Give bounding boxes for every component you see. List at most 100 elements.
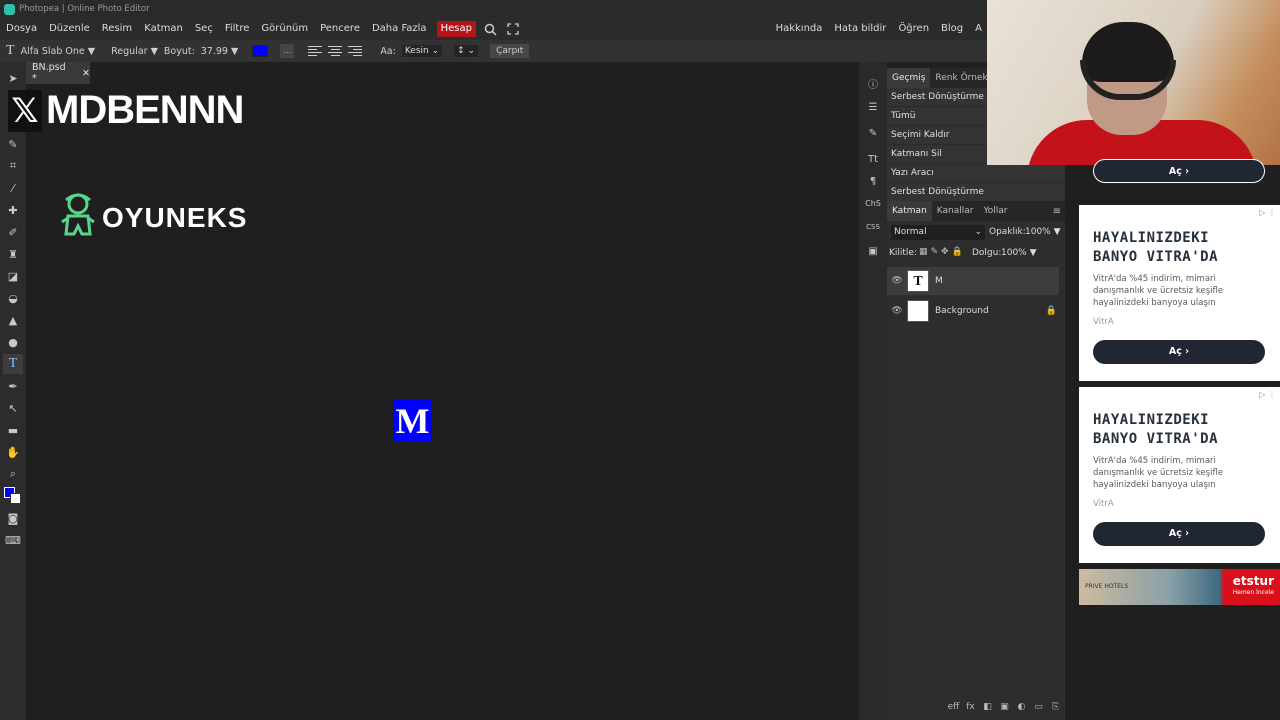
layers-footer: eff fx ◧ ▣ ◐ ▭ ⎘ 🗑	[947, 702, 1079, 714]
adjustments-icon[interactable]: ☰	[863, 98, 883, 116]
banner-cta[interactable]: Hemen İncele	[1233, 589, 1274, 596]
keyboard-icon[interactable]: ⌨	[3, 530, 23, 550]
menu-api[interactable]: A	[969, 18, 988, 40]
font-style-select[interactable]: Regular ▼	[111, 46, 158, 57]
lock-icon: 🔒	[1045, 306, 1057, 316]
new-layer-icon[interactable]: ⎘	[1049, 702, 1062, 714]
ad-open-button[interactable]: Aç ›	[1093, 159, 1265, 183]
close-icon[interactable]: ✕	[82, 68, 90, 79]
document-tab[interactable]: BN.psd * ✕	[26, 62, 90, 84]
eyedropper-tool-icon[interactable]: ⁄	[3, 178, 23, 198]
css-icon[interactable]: CSS	[863, 218, 883, 236]
menu-blog[interactable]: Blog	[935, 18, 969, 40]
streamer-overlay: 𝕏 MDBENNN	[8, 88, 244, 133]
zoom-tool-icon[interactable]: ⌕	[3, 464, 23, 484]
menu-select[interactable]: Seç	[189, 18, 219, 40]
info-icon[interactable]: ⓘ	[863, 74, 883, 92]
search-icon[interactable]	[480, 18, 502, 40]
opacity-field[interactable]: 100% ▼	[1025, 227, 1061, 237]
ad-open-button[interactable]: Aç ›	[1093, 522, 1265, 546]
menu-view[interactable]: Görünüm	[255, 18, 314, 40]
menu-more[interactable]: Daha Fazla	[366, 18, 433, 40]
menu-report-bug[interactable]: Hata bildir	[828, 18, 892, 40]
canvas-document-text-m[interactable]: M	[393, 400, 432, 442]
panel-menu-icon[interactable]: ≡	[1053, 206, 1061, 217]
eye-icon[interactable]: 👁	[887, 276, 907, 286]
path-select-tool-icon[interactable]: ↖	[3, 398, 23, 418]
font-family-select[interactable]: Alfa Slab One ▼	[21, 46, 96, 57]
fill-field[interactable]: 100% ▼	[1001, 248, 1037, 258]
paragraph-icon[interactable]: ¶	[863, 172, 883, 190]
healing-tool-icon[interactable]: ✚	[3, 200, 23, 220]
tab-channels[interactable]: Kanallar	[932, 201, 979, 221]
blur-tool-icon[interactable]: ▲	[3, 310, 23, 330]
ad-card-top: Aç ›	[1079, 159, 1280, 189]
pen-tool-icon[interactable]: ✒	[3, 376, 23, 396]
character-styles-icon[interactable]: ChS	[863, 194, 883, 212]
ad-brand: VitrA	[1093, 317, 1114, 327]
align-center-icon[interactable]	[328, 45, 343, 57]
ad-open-button[interactable]: Aç ›	[1093, 340, 1265, 364]
fx-icon[interactable]: fx	[964, 702, 977, 714]
character-icon[interactable]: Tt	[863, 150, 883, 168]
fullscreen-icon[interactable]	[502, 18, 524, 40]
warp-text-button[interactable]: Çarpıt	[490, 44, 530, 58]
ad-info-icon[interactable]: ▷ ⋮	[1259, 390, 1276, 399]
frame-icon[interactable]: ▣	[998, 702, 1011, 714]
color-picker-swatches[interactable]	[3, 486, 23, 506]
ad-brand: VitrA	[1093, 499, 1114, 509]
ad-card[interactable]: ▷ ⋮ HAYALINIZDEKI BANYO VITRA'DA VitrA'd…	[1079, 205, 1280, 381]
clone-stamp-tool-icon[interactable]: ♜	[3, 244, 23, 264]
link-layers-icon[interactable]: eff	[947, 702, 960, 714]
type-tool-icon: T	[6, 43, 15, 58]
menu-window[interactable]: Pencere	[314, 18, 366, 40]
layer-row[interactable]: 👁 Background 🔒	[887, 297, 1059, 325]
mask-icon[interactable]: ◧	[981, 702, 994, 714]
eye-icon[interactable]: 👁	[887, 306, 907, 316]
banner-ad[interactable]: PRIVE HOTELS etstur Hemen İncele	[1079, 569, 1280, 605]
ad-card[interactable]: ▷ ⋮ HAYALINIZDEKI BANYO VITRA'DA VitrA'd…	[1079, 387, 1280, 563]
tab-paths[interactable]: Yollar	[978, 201, 1012, 221]
history-item[interactable]: Serbest Dönüştürme	[887, 183, 1065, 202]
lock-icons[interactable]: ▦✎✥🔒	[919, 247, 966, 257]
banner-brand: etstur	[1232, 574, 1274, 588]
layer-row[interactable]: 👁 T M	[887, 267, 1059, 295]
menu-image[interactable]: Resim	[96, 18, 138, 40]
magic-wand-tool-icon[interactable]: ✎	[3, 134, 23, 154]
hand-tool-icon[interactable]: ✋	[3, 442, 23, 462]
antialias-select[interactable]: Kesin ⌄	[401, 45, 443, 57]
tab-layers[interactable]: Katman	[887, 201, 932, 221]
move-tool-icon[interactable]: ➤	[3, 68, 23, 88]
history-item[interactable]: Yazı Aracı	[887, 164, 1065, 183]
menu-about[interactable]: Hakkında	[770, 18, 829, 40]
text-color-swatch[interactable]	[252, 45, 269, 57]
rectangle-tool-icon[interactable]: ▬	[3, 420, 23, 440]
tab-history[interactable]: Geçmiş	[887, 68, 931, 88]
text-direction-select[interactable]: ↕ ⌄	[454, 45, 479, 57]
brush-tool-icon[interactable]: ✐	[3, 222, 23, 242]
font-size-field[interactable]: 37.99 ▼	[201, 46, 239, 57]
adjustment-layer-icon[interactable]: ◐	[1015, 702, 1028, 714]
menu-layer[interactable]: Katman	[138, 18, 189, 40]
crop-tool-icon[interactable]: ⌗	[3, 156, 23, 176]
align-right-icon[interactable]	[348, 45, 363, 57]
menu-file[interactable]: Dosya	[0, 18, 43, 40]
ad-body: VitrA'da %45 indirim, mimari danışmanlık…	[1093, 274, 1224, 308]
align-left-icon[interactable]	[308, 45, 323, 57]
menu-learn[interactable]: Öğren	[892, 18, 935, 40]
more-options-button[interactable]: ...	[280, 44, 295, 58]
eraser-tool-icon[interactable]: ◪	[3, 266, 23, 286]
menu-edit[interactable]: Düzenle	[43, 18, 96, 40]
menu-account[interactable]: Hesap	[436, 21, 476, 37]
brush-settings-icon[interactable]: ✎	[863, 124, 883, 142]
menu-filter[interactable]: Filtre	[219, 18, 256, 40]
image-icon[interactable]: ▣	[863, 242, 883, 260]
type-tool-button[interactable]: T	[3, 354, 23, 374]
quick-mask-icon[interactable]: ◙	[3, 508, 23, 528]
ad-info-icon[interactable]: ▷ ⋮	[1259, 208, 1276, 217]
folder-icon[interactable]: ▭	[1032, 702, 1045, 714]
paint-bucket-tool-icon[interactable]: ◒	[3, 288, 23, 308]
canvas-workspace[interactable]	[26, 84, 859, 720]
dodge-tool-icon[interactable]: ●	[3, 332, 23, 352]
blend-mode-select[interactable]: Normal ⌄	[891, 225, 985, 240]
